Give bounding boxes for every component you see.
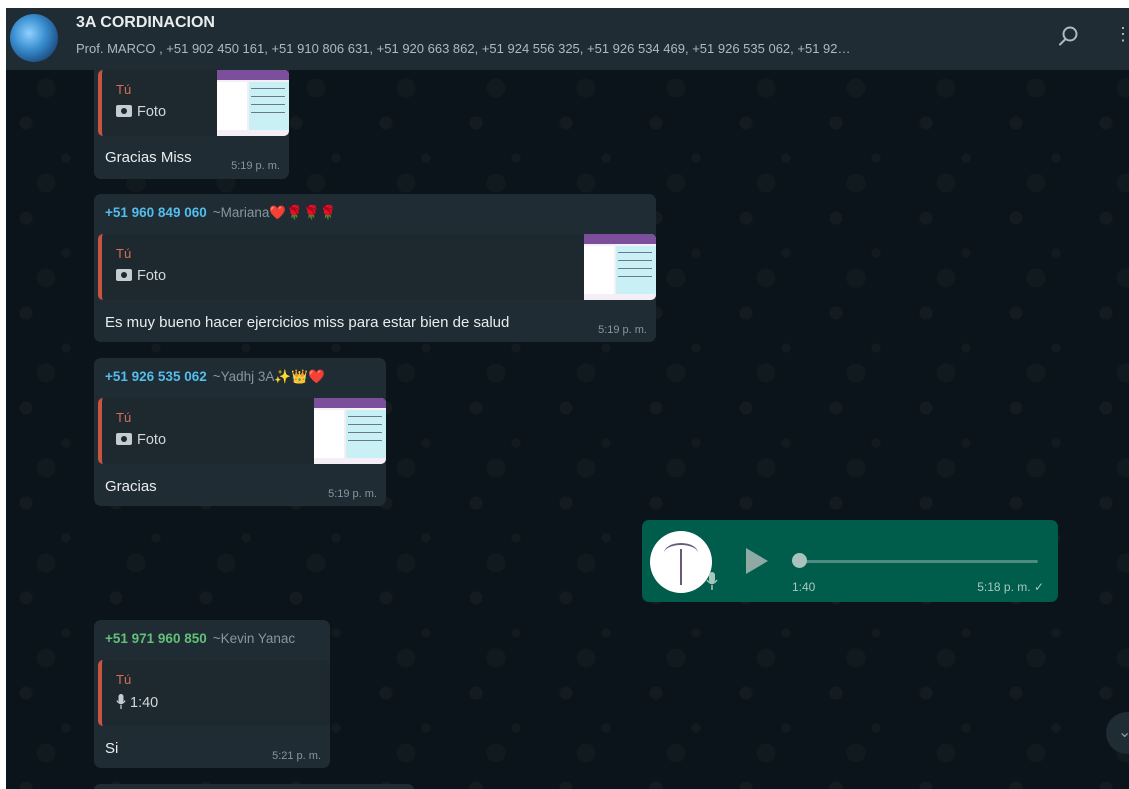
quote-text: Foto: [137, 432, 167, 448]
message-bubble[interactable]: +51 971 960 850 ~Kevin Yanac Tú 1:40 Si 5…: [94, 620, 330, 768]
sender-line: +51 960 849 060 ~Mariana❤️🌹🌹🌹: [105, 205, 337, 221]
quote-author: Tú: [116, 672, 132, 687]
quoted-message[interactable]: Tú Foto: [98, 398, 386, 464]
message-time: 5:21 p. m.: [272, 750, 321, 762]
voice-duration: 1:40: [792, 580, 816, 594]
camera-icon: [116, 433, 132, 445]
audio-progress-track[interactable]: [798, 560, 1038, 563]
chevron-down-icon: ⌄: [1118, 724, 1129, 741]
sender-name: ~Mariana❤️🌹🌹🌹: [212, 205, 337, 220]
message-text: Gracias: [105, 478, 157, 495]
profile-avatar: [650, 531, 712, 593]
sender-line: +51 926 535 062 ~Yadhj 3A✨👑❤️: [105, 369, 325, 385]
message-text: Gracias Miss: [105, 149, 192, 166]
quote-text: 1:40: [130, 695, 159, 711]
chat-window: 3A CORDINACION Prof. MARCO , +51 902 450…: [6, 8, 1129, 789]
photo-thumbnail: [584, 234, 656, 300]
sender-name: ~Kevin Yanac: [212, 631, 296, 646]
quoted-message[interactable]: Tú 1:40: [98, 660, 330, 726]
message-text: Es muy bueno hacer ejercicios miss para …: [105, 314, 510, 331]
play-icon[interactable]: [746, 548, 768, 574]
sender-name: ~Yadhj 3A✨👑❤️: [212, 369, 325, 384]
camera-icon: [116, 105, 132, 117]
mic-icon: [706, 572, 718, 595]
search-icon[interactable]: [1057, 24, 1081, 48]
more-options-icon[interactable]: ⋮: [1114, 24, 1129, 44]
quote-body: 1:40: [116, 694, 158, 713]
quote-body: Foto: [116, 268, 166, 284]
quote-body: Foto: [116, 432, 166, 448]
quote-text: Foto: [137, 104, 167, 120]
sender-phone[interactable]: +51 960 849 060: [105, 205, 207, 220]
message-bubble[interactable]: +51 926 535 062 ~Yadhj 3A✨👑❤️ Tú Foto Gra…: [94, 358, 386, 506]
sender-line: +51 971 960 850 ~Kevin Yanac: [105, 631, 295, 646]
voice-time-text: 5:18 p. m.: [977, 580, 1031, 594]
chat-header[interactable]: 3A CORDINACION Prof. MARCO , +51 902 450…: [6, 8, 1129, 70]
quote-author: Tú: [116, 246, 132, 261]
quote-body: Foto: [116, 104, 166, 120]
message-bubble[interactable]: +51 960 849 060 ~Mariana❤️🌹🌹🌹 Tú Foto Es …: [94, 194, 656, 342]
photo-thumbnail: [314, 398, 386, 464]
message-text: Si: [105, 740, 119, 757]
sender-phone[interactable]: +51 926 535 062: [105, 369, 207, 384]
mic-icon: [116, 694, 126, 713]
message-time: 5:19 p. m.: [231, 160, 280, 172]
group-avatar[interactable]: [10, 14, 58, 62]
quote-author: Tú: [116, 410, 132, 425]
voice-note-bubble[interactable]: 1:40 5:18 p. m. ✓: [642, 520, 1058, 602]
camera-icon: [116, 269, 132, 281]
quoted-message[interactable]: Tú Foto: [98, 70, 289, 136]
next-message-bubble: [94, 784, 414, 789]
quoted-message[interactable]: Tú Foto: [98, 234, 656, 300]
sender-phone[interactable]: +51 971 960 850: [105, 631, 207, 646]
audio-progress-handle[interactable]: [792, 553, 807, 568]
quote-text: Foto: [137, 268, 167, 284]
message-time: 5:19 p. m.: [328, 488, 377, 500]
quote-author: Tú: [116, 82, 132, 97]
group-members[interactable]: Prof. MARCO , +51 902 450 161, +51 910 8…: [76, 41, 1031, 56]
photo-thumbnail: [217, 70, 289, 136]
sent-check-icon: ✓: [1033, 580, 1044, 594]
group-title[interactable]: 3A CORDINACION: [76, 14, 215, 32]
voice-time: 5:18 p. m. ✓: [977, 580, 1044, 594]
message-time: 5:19 p. m.: [598, 324, 647, 336]
